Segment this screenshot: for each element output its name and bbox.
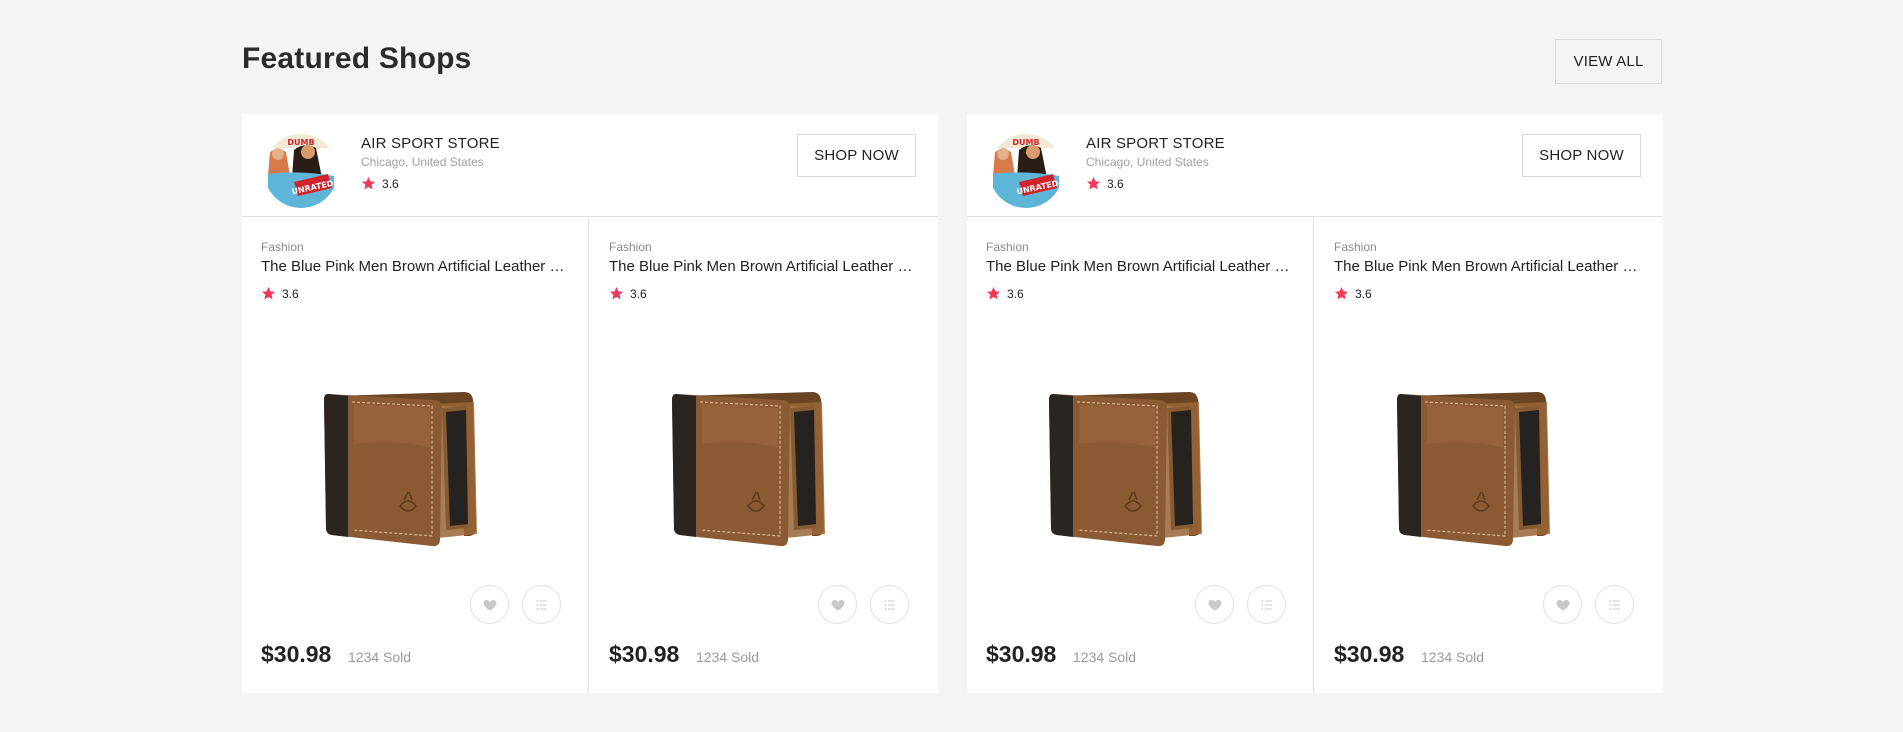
shop-now-button[interactable]: SHOP NOW (797, 134, 916, 177)
list-icon (1259, 597, 1275, 613)
product-image[interactable] (314, 378, 514, 548)
product-sold-count: 1234 Sold (696, 649, 760, 665)
shop-now-button[interactable]: SHOP NOW (1522, 134, 1641, 177)
product-category[interactable]: Fashion (986, 240, 1029, 254)
product-rating: 3.6 (986, 286, 1024, 301)
product-sold-count: 1234 Sold (1421, 649, 1485, 665)
section-title: Featured Shops (242, 42, 472, 75)
wishlist-button[interactable] (470, 585, 509, 624)
compare-button[interactable] (1247, 585, 1286, 624)
product-sold-count: 1234 Sold (348, 649, 412, 665)
wishlist-button[interactable] (1543, 585, 1582, 624)
shop-header: AIR SPORT STORE Chicago, United States 3… (242, 114, 938, 217)
shop-rating-value: 3.6 (382, 176, 399, 191)
shop-name[interactable]: AIR SPORT STORE (1086, 135, 1225, 152)
shop-rating: 3.6 (1086, 176, 1124, 191)
product-sold-count: 1234 Sold (1073, 649, 1137, 665)
product-price: $30.98 (609, 641, 680, 667)
heart-icon (830, 597, 846, 613)
shop-logo[interactable] (264, 134, 338, 208)
compare-button[interactable] (1595, 585, 1634, 624)
star-icon (986, 286, 1001, 301)
shop-rating-value: 3.6 (1107, 176, 1124, 191)
compare-button[interactable] (870, 585, 909, 624)
product-category[interactable]: Fashion (261, 240, 304, 254)
product-price: $30.98 (261, 641, 332, 667)
product-rating: 3.6 (609, 286, 647, 301)
product-category[interactable]: Fashion (609, 240, 652, 254)
product-title[interactable]: The Blue Pink Men Brown Artificial Leath… (986, 258, 1296, 275)
product-rating-value: 3.6 (630, 286, 647, 301)
product-card[interactable]: Fashion The Blue Pink Men Brown Artifici… (1315, 218, 1662, 693)
product-card[interactable]: Fashion The Blue Pink Men Brown Artifici… (590, 218, 937, 693)
heart-icon (1555, 597, 1571, 613)
compare-button[interactable] (522, 585, 561, 624)
shop-name[interactable]: AIR SPORT STORE (361, 135, 500, 152)
shop-card: AIR SPORT STORE Chicago, United States 3… (967, 114, 1663, 693)
list-icon (882, 597, 898, 613)
product-image[interactable] (662, 378, 862, 548)
shop-card: AIR SPORT STORE Chicago, United States 3… (242, 114, 938, 693)
shop-logo[interactable] (989, 134, 1063, 208)
product-title[interactable]: The Blue Pink Men Brown Artificial Leath… (261, 258, 571, 275)
list-icon (1607, 597, 1623, 613)
heart-icon (482, 597, 498, 613)
product-card[interactable]: Fashion The Blue Pink Men Brown Artifici… (967, 218, 1314, 693)
product-rating: 3.6 (1334, 286, 1372, 301)
product-title[interactable]: The Blue Pink Men Brown Artificial Leath… (1334, 258, 1644, 275)
product-rating-value: 3.6 (282, 286, 299, 301)
wishlist-button[interactable] (1195, 585, 1234, 624)
star-icon (361, 176, 376, 191)
product-rating-value: 3.6 (1355, 286, 1372, 301)
product-image[interactable] (1387, 378, 1587, 548)
product-title[interactable]: The Blue Pink Men Brown Artificial Leath… (609, 258, 919, 275)
star-icon (1086, 176, 1101, 191)
product-price: $30.98 (1334, 641, 1405, 667)
product-image[interactable] (1039, 378, 1239, 548)
list-icon (534, 597, 550, 613)
heart-icon (1207, 597, 1223, 613)
product-card[interactable]: Fashion The Blue Pink Men Brown Artifici… (242, 218, 589, 693)
product-rating: 3.6 (261, 286, 299, 301)
wishlist-button[interactable] (818, 585, 857, 624)
view-all-button[interactable]: VIEW ALL (1555, 39, 1662, 84)
star-icon (261, 286, 276, 301)
product-rating-value: 3.6 (1007, 286, 1024, 301)
shop-header: AIR SPORT STORE Chicago, United States 3… (967, 114, 1663, 217)
star-icon (1334, 286, 1349, 301)
product-category[interactable]: Fashion (1334, 240, 1377, 254)
shop-location: Chicago, United States (1086, 155, 1209, 169)
star-icon (609, 286, 624, 301)
shop-location: Chicago, United States (361, 155, 484, 169)
shop-rating: 3.6 (361, 176, 399, 191)
product-price: $30.98 (986, 641, 1057, 667)
